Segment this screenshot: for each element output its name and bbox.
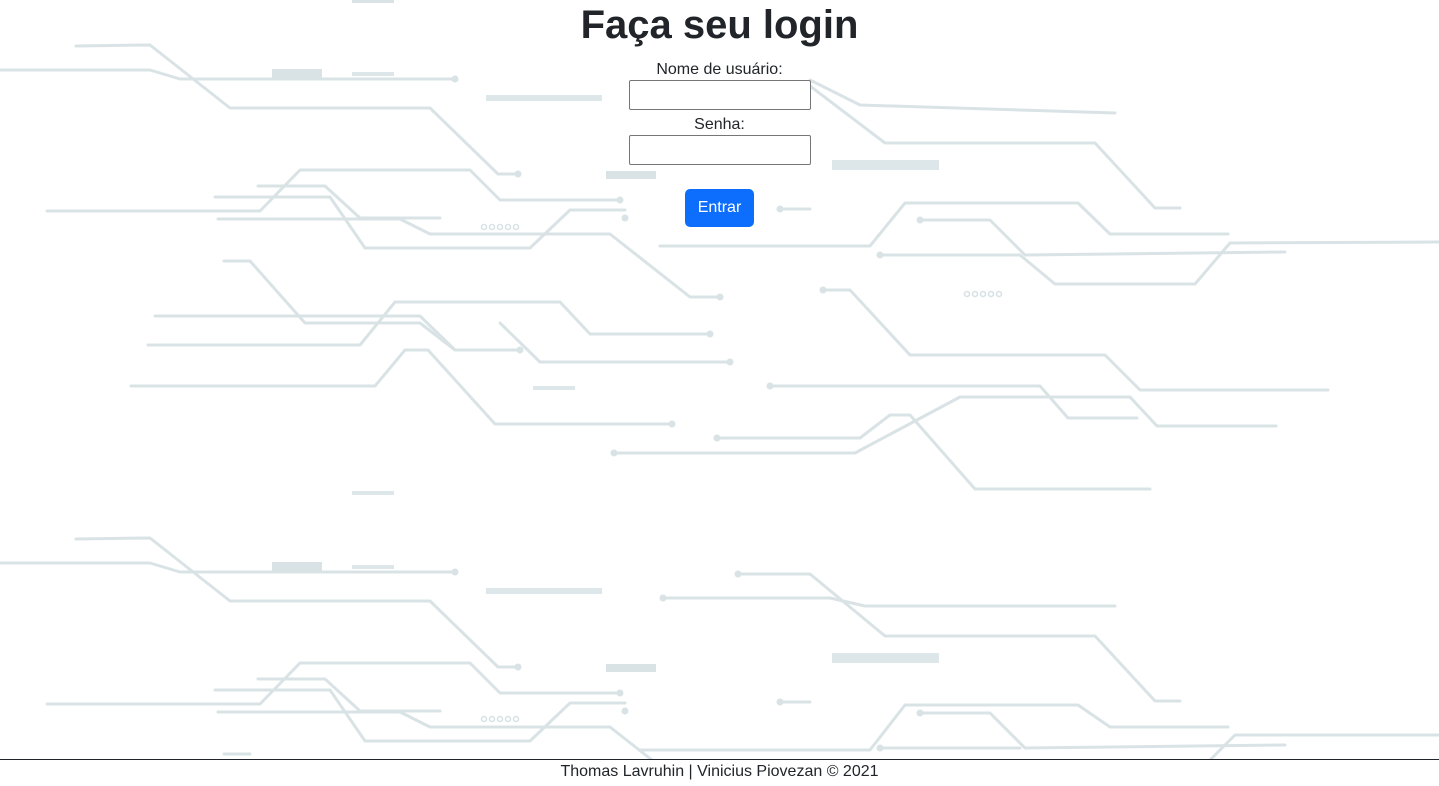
username-input[interactable]: [628, 80, 811, 110]
login-form: Nome de usuário: Senha: Entrar: [0, 60, 1439, 227]
page-title: Faça seu login: [580, 3, 859, 47]
password-label: Senha:: [694, 116, 745, 133]
login-button[interactable]: Entrar: [684, 189, 755, 227]
username-label: Nome de usuário:: [656, 61, 783, 78]
password-input[interactable]: [628, 135, 811, 165]
login-page: Faça seu login Nome de usuário: Senha: E…: [0, 0, 1439, 786]
footer: Thomas Lavruhin | Vinicius Piovezan © 20…: [0, 759, 1439, 786]
footer-credits: Thomas Lavruhin | Vinicius Piovezan © 20…: [560, 763, 879, 780]
login-container: Faça seu login Nome de usuário: Senha: E…: [0, 0, 1439, 227]
